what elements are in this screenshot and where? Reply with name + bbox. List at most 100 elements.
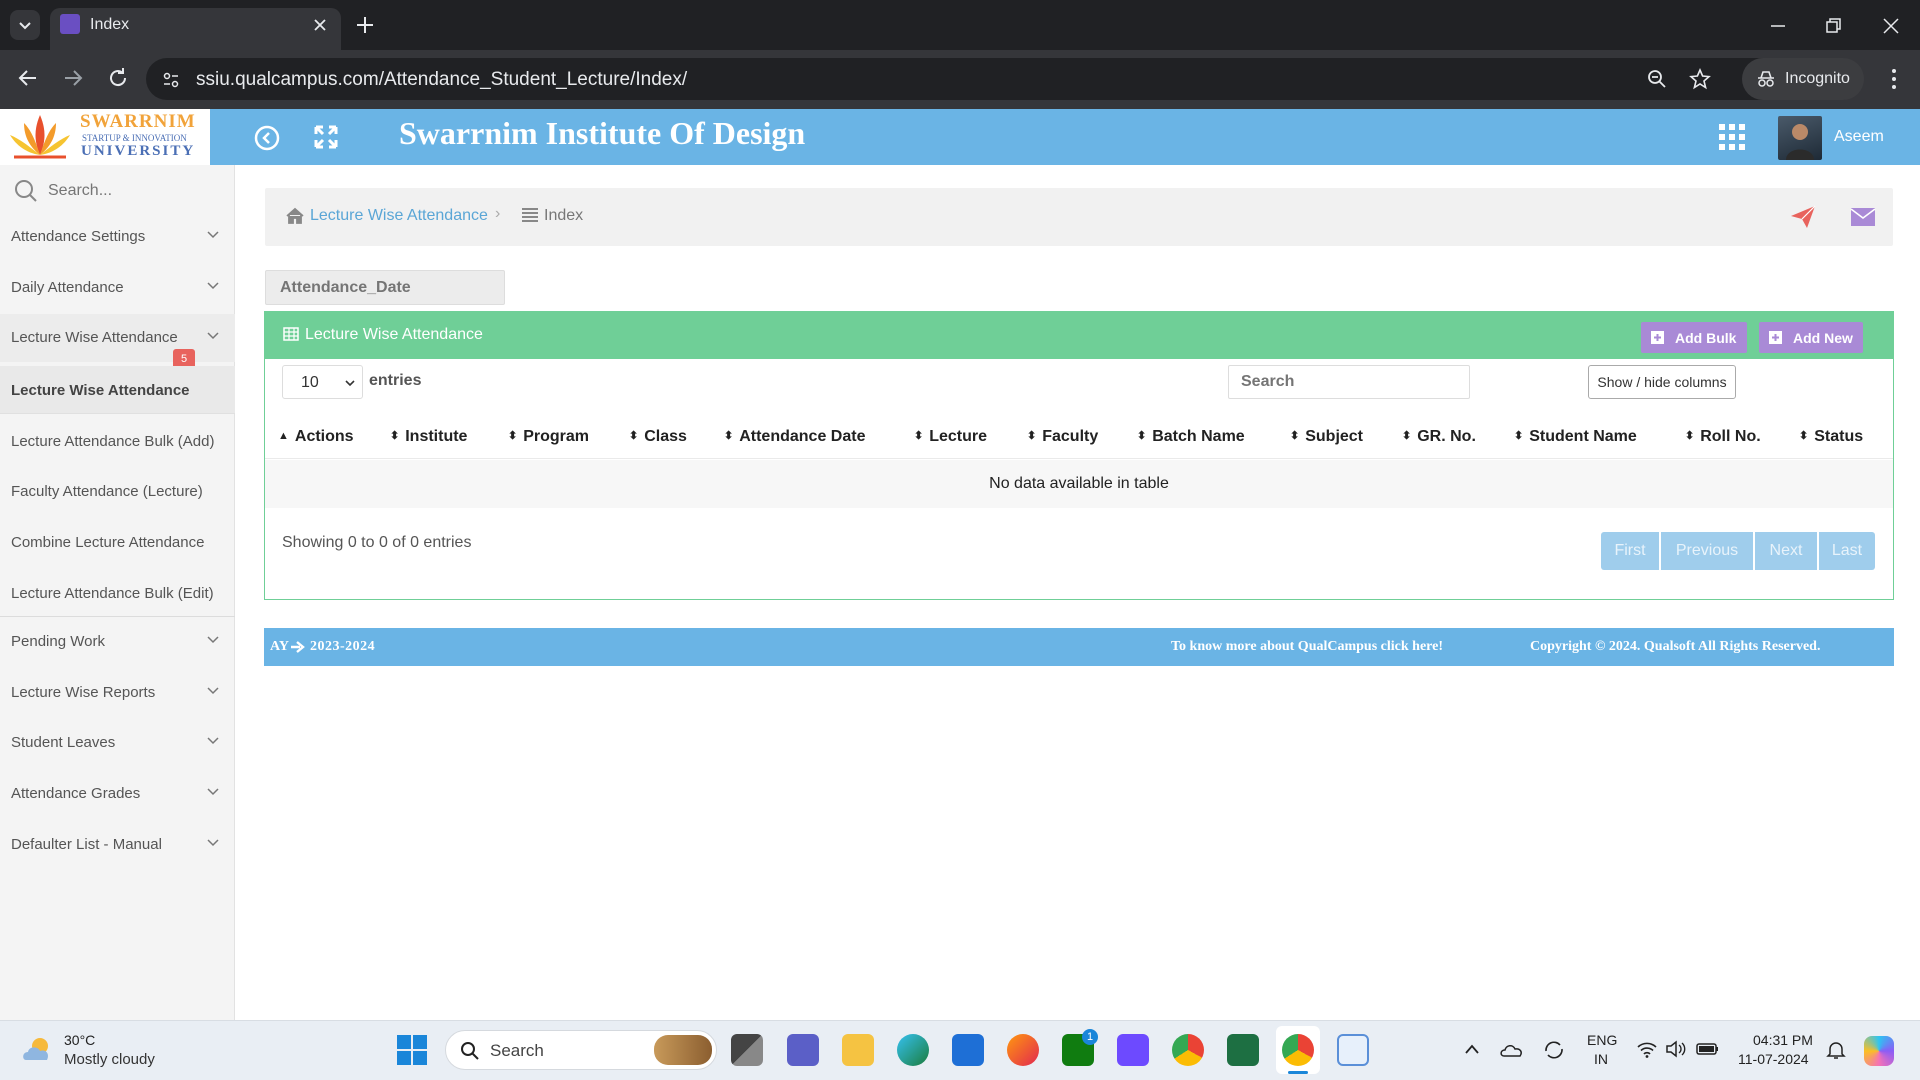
- home-icon: [286, 207, 304, 224]
- show-hide-columns-button[interactable]: Show / hide columns: [1588, 365, 1736, 399]
- sidebar-item-pending-work[interactable]: Pending Work: [0, 618, 235, 666]
- incognito-indicator[interactable]: Incognito: [1742, 58, 1864, 100]
- sidebar-item-attendance-settings[interactable]: Attendance Settings: [0, 213, 235, 261]
- bookmark-star-icon[interactable]: [1689, 68, 1711, 90]
- add-new-button[interactable]: Add New: [1759, 322, 1863, 353]
- snipping-tool-icon[interactable]: [1337, 1034, 1369, 1066]
- weather-cloud-icon[interactable]: [20, 1034, 56, 1064]
- sidebar-subitem-lecture-wise-attendance[interactable]: Lecture Wise Attendance: [0, 366, 235, 414]
- windows-start-icon[interactable]: [397, 1035, 427, 1065]
- language-code[interactable]: ENG: [1587, 1032, 1617, 1048]
- search-icon: [461, 1042, 479, 1060]
- add-bulk-button[interactable]: Add Bulk: [1641, 322, 1747, 353]
- qualcampus-info-link[interactable]: To know more about QualCampus click here…: [1171, 639, 1443, 655]
- column-header-roll-no[interactable]: ⬍ Roll No.: [1685, 428, 1761, 446]
- column-header-status[interactable]: ⬍ Status: [1799, 428, 1863, 446]
- column-header-actions[interactable]: ▲ Actions: [278, 428, 354, 446]
- mail-icon[interactable]: [1850, 207, 1876, 227]
- sidebar-subitem-bulk-add[interactable]: Lecture Attendance Bulk (Add): [0, 417, 235, 465]
- address-bar[interactable]: ssiu.qualcampus.com/Attendance_Student_L…: [146, 58, 1862, 100]
- onedrive-icon[interactable]: [1500, 1040, 1524, 1060]
- more-menu-icon[interactable]: [1884, 67, 1904, 91]
- sidebar-subitem-bulk-edit[interactable]: Lecture Attendance Bulk (Edit): [0, 569, 235, 617]
- column-header-student-name[interactable]: ⬍ Student Name: [1514, 428, 1637, 446]
- sort-icon: ⬍: [914, 430, 924, 442]
- sort-icon: ⬍: [1799, 430, 1809, 442]
- pagination-last[interactable]: Last: [1819, 532, 1875, 570]
- column-header-class[interactable]: ⬍ Class: [629, 428, 687, 446]
- site-info-icon[interactable]: [162, 71, 180, 89]
- clock-date[interactable]: 11-07-2024: [1738, 1051, 1809, 1067]
- send-icon[interactable]: [1789, 204, 1817, 230]
- column-header-faculty[interactable]: ⬍ Faculty: [1027, 428, 1098, 446]
- sidebar-subitem-faculty-attendance[interactable]: Faculty Attendance (Lecture): [0, 467, 235, 515]
- page-size-select[interactable]: 10: [282, 365, 363, 399]
- chrome-incognito-icon[interactable]: [1282, 1034, 1314, 1066]
- table-search-input[interactable]: [1228, 365, 1470, 399]
- clock-time[interactable]: 04:31 PM: [1753, 1032, 1813, 1048]
- firefox-icon[interactable]: [1007, 1034, 1039, 1066]
- attendance-date-filter[interactable]: [265, 270, 505, 305]
- copilot-icon[interactable]: [1864, 1036, 1894, 1066]
- user-name[interactable]: Aseem: [1834, 128, 1884, 146]
- column-header-batch-name[interactable]: ⬍ Batch Name: [1137, 428, 1245, 446]
- sidebar-item-lecture-wise-reports[interactable]: Lecture Wise Reports: [0, 669, 235, 717]
- sidebar-subitem-combine-lecture[interactable]: Combine Lecture Attendance: [0, 518, 235, 566]
- tab-list-button[interactable]: [10, 10, 40, 40]
- forward-icon[interactable]: [61, 66, 85, 90]
- column-header-gr-no[interactable]: ⬍ GR. No.: [1402, 428, 1476, 446]
- column-header-subject[interactable]: ⬍ Subject: [1290, 428, 1363, 446]
- chevron-up-icon[interactable]: [1464, 1043, 1480, 1055]
- pagination-first[interactable]: First: [1601, 532, 1659, 570]
- column-header-attendance-date[interactable]: ⬍ Attendance Date: [724, 428, 865, 446]
- weather-temp[interactable]: 30°C: [64, 1032, 95, 1048]
- breadcrumb-parent-link[interactable]: Lecture Wise Attendance: [310, 207, 488, 225]
- column-header-program[interactable]: ⬍ Program: [508, 428, 589, 446]
- zoom-icon[interactable]: [1647, 69, 1667, 89]
- chevron-down-icon: [19, 22, 31, 30]
- column-header-lecture[interactable]: ⬍ Lecture: [914, 428, 987, 446]
- new-tab-icon[interactable]: [354, 14, 376, 36]
- sidebar-item-defaulter-list[interactable]: Defaulter List - Manual: [0, 821, 235, 869]
- pagination-previous[interactable]: Previous: [1661, 532, 1753, 570]
- fullscreen-icon[interactable]: [313, 124, 339, 150]
- restore-icon[interactable]: [1823, 16, 1843, 36]
- language-region[interactable]: IN: [1594, 1051, 1608, 1067]
- app-header: SWARRNIM STARTUP & INNOVATION UNIVERSITY…: [0, 109, 1920, 165]
- pagination-next[interactable]: Next: [1755, 532, 1817, 570]
- user-photo-icon: [1786, 124, 1814, 160]
- taskbar-search-box[interactable]: Search: [445, 1030, 717, 1070]
- teams-icon[interactable]: [787, 1034, 819, 1066]
- avatar[interactable]: [1778, 116, 1822, 160]
- edge-icon[interactable]: [897, 1034, 929, 1066]
- store-icon[interactable]: [952, 1034, 984, 1066]
- sort-icon: ⬍: [1402, 430, 1412, 442]
- wifi-icon[interactable]: [1636, 1040, 1658, 1058]
- back-icon[interactable]: [16, 66, 40, 90]
- sidebar-search-input[interactable]: [48, 177, 218, 205]
- reload-icon[interactable]: [106, 66, 130, 90]
- browser-tab-strip: Index: [0, 0, 1920, 50]
- sync-icon[interactable]: [1542, 1039, 1566, 1061]
- volume-icon[interactable]: [1665, 1040, 1687, 1058]
- notification-bell-icon[interactable]: [1826, 1040, 1846, 1060]
- sidebar-toggle-icon[interactable]: [254, 125, 280, 151]
- chrome-icon[interactable]: [1172, 1034, 1204, 1066]
- sidebar-item-daily-attendance[interactable]: Daily Attendance: [0, 264, 235, 312]
- minimize-icon[interactable]: [1768, 16, 1788, 36]
- proton-icon[interactable]: [1117, 1034, 1149, 1066]
- sidebar-item-student-leaves[interactable]: Student Leaves: [0, 719, 235, 767]
- task-view-icon[interactable]: [731, 1034, 763, 1066]
- browser-tab[interactable]: Index: [50, 8, 341, 50]
- university-logo[interactable]: SWARRNIM STARTUP & INNOVATION UNIVERSITY: [0, 109, 210, 165]
- excel-icon[interactable]: [1227, 1034, 1259, 1066]
- battery-icon[interactable]: [1696, 1041, 1720, 1057]
- column-header-institute[interactable]: ⬍ Institute: [390, 428, 467, 446]
- sidebar-item-attendance-grades[interactable]: Attendance Grades: [0, 770, 235, 818]
- weather-desc[interactable]: Mostly cloudy: [64, 1051, 155, 1068]
- sidebar-item-lecture-wise-attendance[interactable]: Lecture Wise Attendance 5: [0, 314, 235, 369]
- file-explorer-icon[interactable]: [842, 1034, 874, 1066]
- tab-close-icon[interactable]: [312, 17, 328, 33]
- apps-grid-icon[interactable]: [1718, 123, 1746, 151]
- window-close-icon[interactable]: [1881, 16, 1901, 36]
